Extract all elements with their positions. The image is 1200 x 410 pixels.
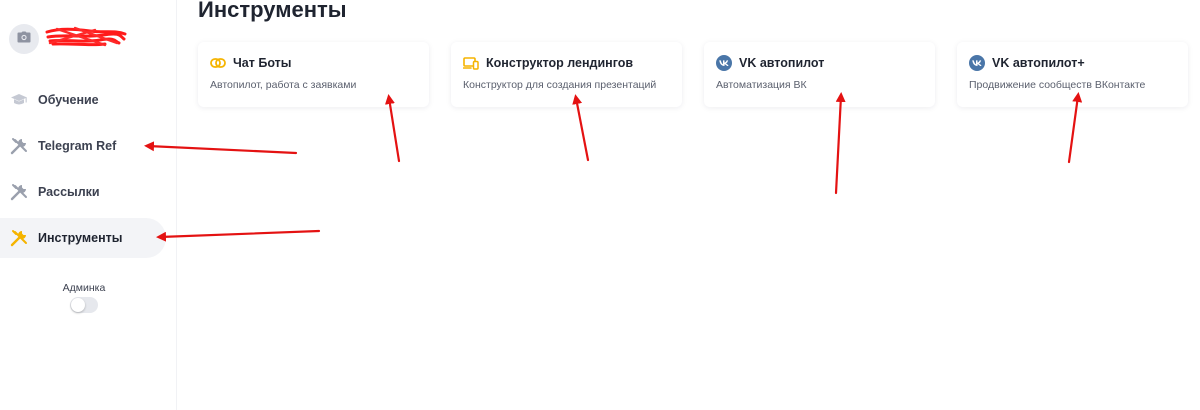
camera-icon	[17, 30, 31, 48]
sidebar-item-telegram-ref[interactable]: Telegram Ref	[0, 126, 166, 166]
toggle-knob	[71, 298, 85, 312]
vk-icon	[969, 55, 985, 71]
profile[interactable]	[9, 24, 127, 54]
card-description: Автопилот, работа с заявками	[210, 79, 357, 91]
sidebar-item-label: Telegram Ref	[38, 139, 117, 153]
admin-toggle[interactable]	[70, 297, 98, 313]
tools-icon	[10, 229, 28, 247]
card-description: Конструктор для создания презентаций	[463, 79, 657, 91]
sidebar-item-label: Инструменты	[38, 231, 123, 245]
card-title: VK автопилот+	[992, 56, 1085, 70]
card-title: Конструктор лендингов	[486, 56, 634, 70]
sidebar-item-label: Обучение	[38, 93, 99, 107]
tools-icon	[10, 183, 28, 201]
vk-icon	[716, 55, 732, 71]
admin-label: Админка	[62, 282, 106, 294]
graduation-cap-icon	[10, 91, 28, 109]
card-description: Автоматизация ВК	[716, 79, 807, 91]
redacted-name-scribble	[45, 26, 127, 53]
card-title: Чат Боты	[233, 56, 292, 70]
sidebar: Обучение Telegram Ref Рассылки Инструмен…	[0, 0, 177, 410]
tool-card-vk-autopilot-plus[interactable]: VK автопилот+ Продвижение сообществ ВКон…	[957, 42, 1188, 107]
sidebar-item-instrumenty[interactable]: Инструменты	[0, 218, 166, 258]
tool-card-vk-autopilot[interactable]: VK автопилот Автоматизация ВК	[704, 42, 935, 107]
sidebar-item-obuchenie[interactable]: Обучение	[0, 80, 166, 120]
devices-icon	[463, 55, 479, 71]
card-title: VK автопилот	[739, 56, 825, 70]
admin-toggle-block: Админка	[53, 282, 115, 313]
sidebar-item-rassylki[interactable]: Рассылки	[0, 172, 166, 212]
annotation-arrow	[572, 94, 590, 162]
tools-icon	[10, 137, 28, 155]
avatar[interactable]	[9, 24, 39, 54]
annotation-arrow	[834, 92, 846, 195]
page-title: Инструменты	[198, 0, 347, 22]
annotation-arrow	[156, 229, 321, 242]
tool-card-chat-bots[interactable]: Чат Боты Автопилот, работа с заявками	[198, 42, 429, 107]
link-icon	[210, 55, 226, 71]
tool-card-landing-builder[interactable]: Конструктор лендингов Конструктор для со…	[451, 42, 682, 107]
sidebar-item-label: Рассылки	[38, 185, 100, 199]
annotation-arrow	[385, 94, 401, 163]
card-description: Продвижение сообществ ВКонтакте	[969, 79, 1146, 91]
